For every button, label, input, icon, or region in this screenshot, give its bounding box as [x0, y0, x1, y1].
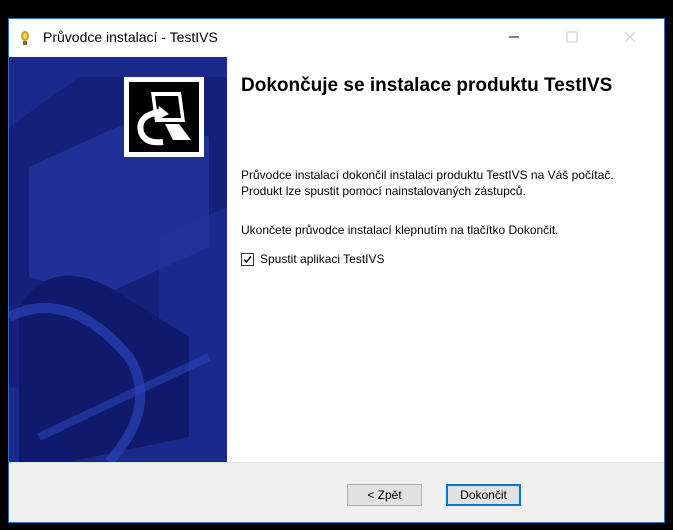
wizard-content: Dokončuje se instalace produktu TestIVS …: [227, 57, 664, 462]
minimize-button[interactable]: [491, 19, 537, 55]
button-bar: < Zpět Dokončit: [9, 462, 664, 522]
installer-window: Průvodce instalací - TestIVS Dokončuje s…: [8, 18, 665, 523]
launch-app-label: Spustit aplikaci TestIVS: [260, 252, 385, 266]
launch-app-option[interactable]: Spustit aplikaci TestIVS: [241, 252, 385, 266]
installer-logo: [124, 77, 204, 157]
maximize-button[interactable]: [549, 19, 595, 55]
finish-button[interactable]: Dokončit: [446, 484, 521, 506]
installer-computer-icon: [129, 82, 199, 152]
window-title: Průvodce instalací - TestIVS: [43, 29, 218, 45]
minimize-icon: [509, 36, 519, 38]
checkmark-icon: [243, 255, 252, 263]
title-bar[interactable]: Průvodce instalací - TestIVS: [9, 19, 664, 57]
launch-app-checkbox[interactable]: [241, 252, 254, 266]
app-icon: [21, 31, 29, 45]
back-button[interactable]: < Zpět: [347, 484, 422, 506]
page-title: Dokončuje se instalace produktu TestIVS: [241, 75, 613, 96]
close-button[interactable]: [607, 19, 653, 55]
close-icon: [624, 31, 636, 43]
wizard-side-image: [9, 57, 227, 462]
finish-instruction: Ukončete průvodce instalací klepnutím na…: [241, 223, 559, 237]
completion-message: Průvodce instalací dokončil instalaci pr…: [241, 168, 614, 198]
maximize-icon: [566, 31, 578, 43]
